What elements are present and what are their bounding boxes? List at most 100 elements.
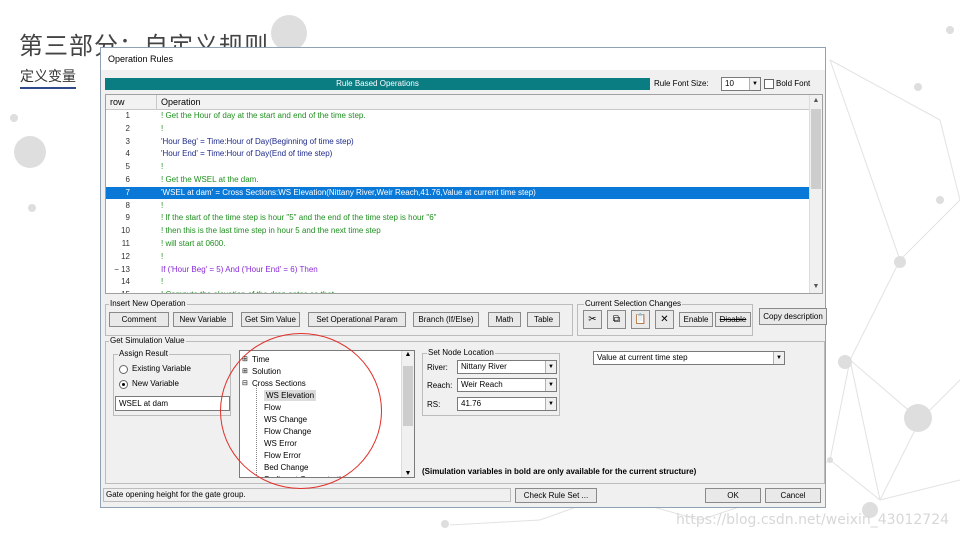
operation-text: ! bbox=[161, 200, 164, 210]
node-location-label: Set Node Location bbox=[427, 348, 495, 357]
row-number: 5 bbox=[125, 162, 130, 172]
column-header-row: row bbox=[110, 97, 125, 107]
cut-icon[interactable]: ✂ bbox=[583, 310, 602, 329]
operation-text: ! bbox=[161, 277, 164, 287]
new-variable-button[interactable]: New Variable bbox=[173, 312, 233, 327]
river-select[interactable]: Nittany River ▼ bbox=[457, 360, 557, 374]
tree-scroll-thumb[interactable] bbox=[403, 366, 413, 426]
rule-font-size-label: Rule Font Size: bbox=[654, 79, 709, 88]
row-number: 11 bbox=[121, 239, 130, 248]
operation-text: ! bbox=[161, 251, 164, 261]
chevron-down-icon: ▼ bbox=[545, 379, 556, 391]
table-row[interactable]: 2! bbox=[106, 123, 812, 135]
value-type-value: Value at current time step bbox=[597, 353, 688, 362]
column-header-operation: Operation bbox=[161, 97, 201, 107]
row-number: 1 bbox=[125, 111, 130, 120]
status-bar: Gate opening height for the gate group. bbox=[103, 488, 511, 502]
value-type-select[interactable]: Value at current time step ▼ bbox=[593, 351, 785, 365]
operation-text: 'Hour End' = Time:Hour of Day(End of tim… bbox=[161, 149, 333, 159]
scroll-up-icon[interactable]: ▲ bbox=[402, 351, 414, 358]
delete-icon[interactable]: ✕ bbox=[655, 310, 674, 329]
operation-text: 'Hour Beg' = Time:Hour of Day(Beginning … bbox=[161, 136, 354, 146]
table-row[interactable]: 9 ! If the start of the time step is hour… bbox=[106, 212, 812, 224]
chevron-down-icon: ▼ bbox=[545, 398, 556, 410]
highlight-circle-annotation bbox=[220, 333, 382, 489]
scroll-thumb[interactable] bbox=[811, 109, 821, 189]
table-row[interactable]: 7 'WSEL at dam' = Cross Sections:WS Eleva… bbox=[106, 186, 812, 199]
table-row[interactable]: 3 'Hour Beg' = Time:Hour of Day(Beginning… bbox=[106, 136, 812, 148]
table-button[interactable]: Table bbox=[527, 312, 560, 327]
rule-font-size-select[interactable]: 10 ▼ bbox=[721, 77, 761, 91]
new-variable-label: New Variable bbox=[132, 379, 179, 388]
scroll-down-icon[interactable]: ▼ bbox=[810, 281, 822, 293]
operation-text: ! Get the Hour of day at the start and e… bbox=[161, 111, 366, 120]
set-operational-param-button[interactable]: Set Operational Param bbox=[308, 312, 406, 327]
disable-button[interactable]: Disable bbox=[715, 312, 751, 327]
bold-variables-note: (Simulation variables in bold are only a… bbox=[422, 467, 697, 476]
row-number: 10 bbox=[121, 226, 130, 236]
rs-value: 41.76 bbox=[461, 399, 482, 408]
bold-font-checkbox[interactable] bbox=[764, 79, 774, 89]
scroll-up-icon[interactable]: ▲ bbox=[810, 95, 822, 107]
reach-value: Weir Reach bbox=[461, 380, 503, 389]
table-row[interactable]: 14 ! bbox=[106, 276, 812, 288]
rs-label: RS: bbox=[427, 400, 441, 409]
rule-font-size-value: 10 bbox=[725, 79, 734, 88]
tree-vertical-scrollbar[interactable]: ▲ ▼ bbox=[401, 351, 414, 477]
river-value: Nittany River bbox=[461, 362, 507, 371]
branch-if-else-button[interactable]: Branch (If/Else) bbox=[413, 312, 479, 327]
table-row[interactable]: − 13 If ('Hour Beg' = 5) And ('Hour End' … bbox=[106, 264, 812, 276]
rs-select[interactable]: 41.76 ▼ bbox=[457, 397, 557, 411]
operation-rules-dialog: Operation Rules Rule Based Operations Ru… bbox=[100, 47, 827, 508]
row-number: 9 bbox=[125, 213, 130, 223]
table-row[interactable]: 10 ! then this is the last time step in h… bbox=[106, 225, 812, 237]
table-row[interactable]: 4 'Hour End' = Time:Hour of Day(End of ti… bbox=[106, 148, 812, 160]
table-row[interactable]: 1 ! Get the Hour of day at the start and … bbox=[106, 110, 812, 122]
dialog-titlebar[interactable]: Operation Rules bbox=[101, 48, 825, 70]
rule-based-operations-banner: Rule Based Operations bbox=[105, 78, 650, 90]
comment-button[interactable]: Comment bbox=[109, 312, 169, 327]
bold-font-label: Bold Font bbox=[776, 79, 811, 88]
enable-button[interactable]: Enable bbox=[679, 312, 713, 327]
ok-button[interactable]: OK bbox=[705, 488, 761, 503]
operations-grid[interactable]: row Operation 1 ! Get the Hour of day at … bbox=[105, 94, 823, 294]
copy-icon[interactable]: ⧉ bbox=[607, 310, 626, 329]
operation-text: ! will start at 0600. bbox=[161, 239, 226, 248]
scroll-down-icon[interactable]: ▼ bbox=[402, 470, 414, 477]
copy-description-button[interactable]: Copy description bbox=[759, 308, 827, 325]
grid-vertical-scrollbar[interactable]: ▲ ▼ bbox=[809, 95, 822, 293]
row-number: 2 bbox=[125, 123, 130, 133]
paste-icon[interactable]: 📋 bbox=[631, 310, 650, 329]
table-row[interactable]: 5! bbox=[106, 161, 812, 173]
row-number: 14 bbox=[121, 277, 130, 287]
row-number: 15 bbox=[106, 289, 130, 293]
chevron-down-icon: ▼ bbox=[773, 352, 784, 364]
reach-select[interactable]: Weir Reach ▼ bbox=[457, 378, 557, 392]
row-number: 4 bbox=[125, 149, 130, 159]
table-row[interactable]: 15 ! Compute the elevation of the drop g… bbox=[106, 289, 812, 293]
row-number: 6 bbox=[125, 175, 130, 184]
cancel-button[interactable]: Cancel bbox=[765, 488, 821, 503]
get-simulation-value-label: Get Simulation Value bbox=[109, 336, 186, 345]
chevron-down-icon: ▼ bbox=[545, 361, 556, 373]
dialog-title: Operation Rules bbox=[108, 54, 174, 64]
existing-variable-radio[interactable] bbox=[119, 365, 128, 374]
check-rule-set-button[interactable]: Check Rule Set ... bbox=[515, 488, 597, 503]
chevron-down-icon: ▼ bbox=[749, 78, 760, 90]
operation-text: 'WSEL at dam' = Cross Sections:WS Elevat… bbox=[161, 187, 536, 197]
get-sim-value-button[interactable]: Get Sim Value bbox=[241, 312, 300, 327]
table-row[interactable]: 12! bbox=[106, 251, 812, 263]
existing-variable-label: Existing Variable bbox=[132, 364, 191, 373]
operation-text: ! bbox=[161, 162, 164, 172]
row-number: 8 bbox=[125, 200, 130, 210]
operation-text: ! Compute the elevation of the drop gate… bbox=[161, 289, 334, 293]
selection-changes-label: Current Selection Changes bbox=[584, 299, 683, 308]
math-button[interactable]: Math bbox=[488, 312, 521, 327]
new-variable-radio[interactable] bbox=[119, 380, 128, 389]
table-row[interactable]: 11 ! will start at 0600. bbox=[106, 238, 812, 250]
table-row[interactable]: 6 ! Get the WSEL at the dam. bbox=[106, 174, 812, 186]
operation-text: ! If the start of the time step is hour … bbox=[161, 213, 437, 223]
variable-name-input[interactable]: WSEL at dam bbox=[115, 396, 230, 411]
row-number: 7 bbox=[125, 187, 130, 197]
table-row[interactable]: 8! bbox=[106, 200, 812, 212]
